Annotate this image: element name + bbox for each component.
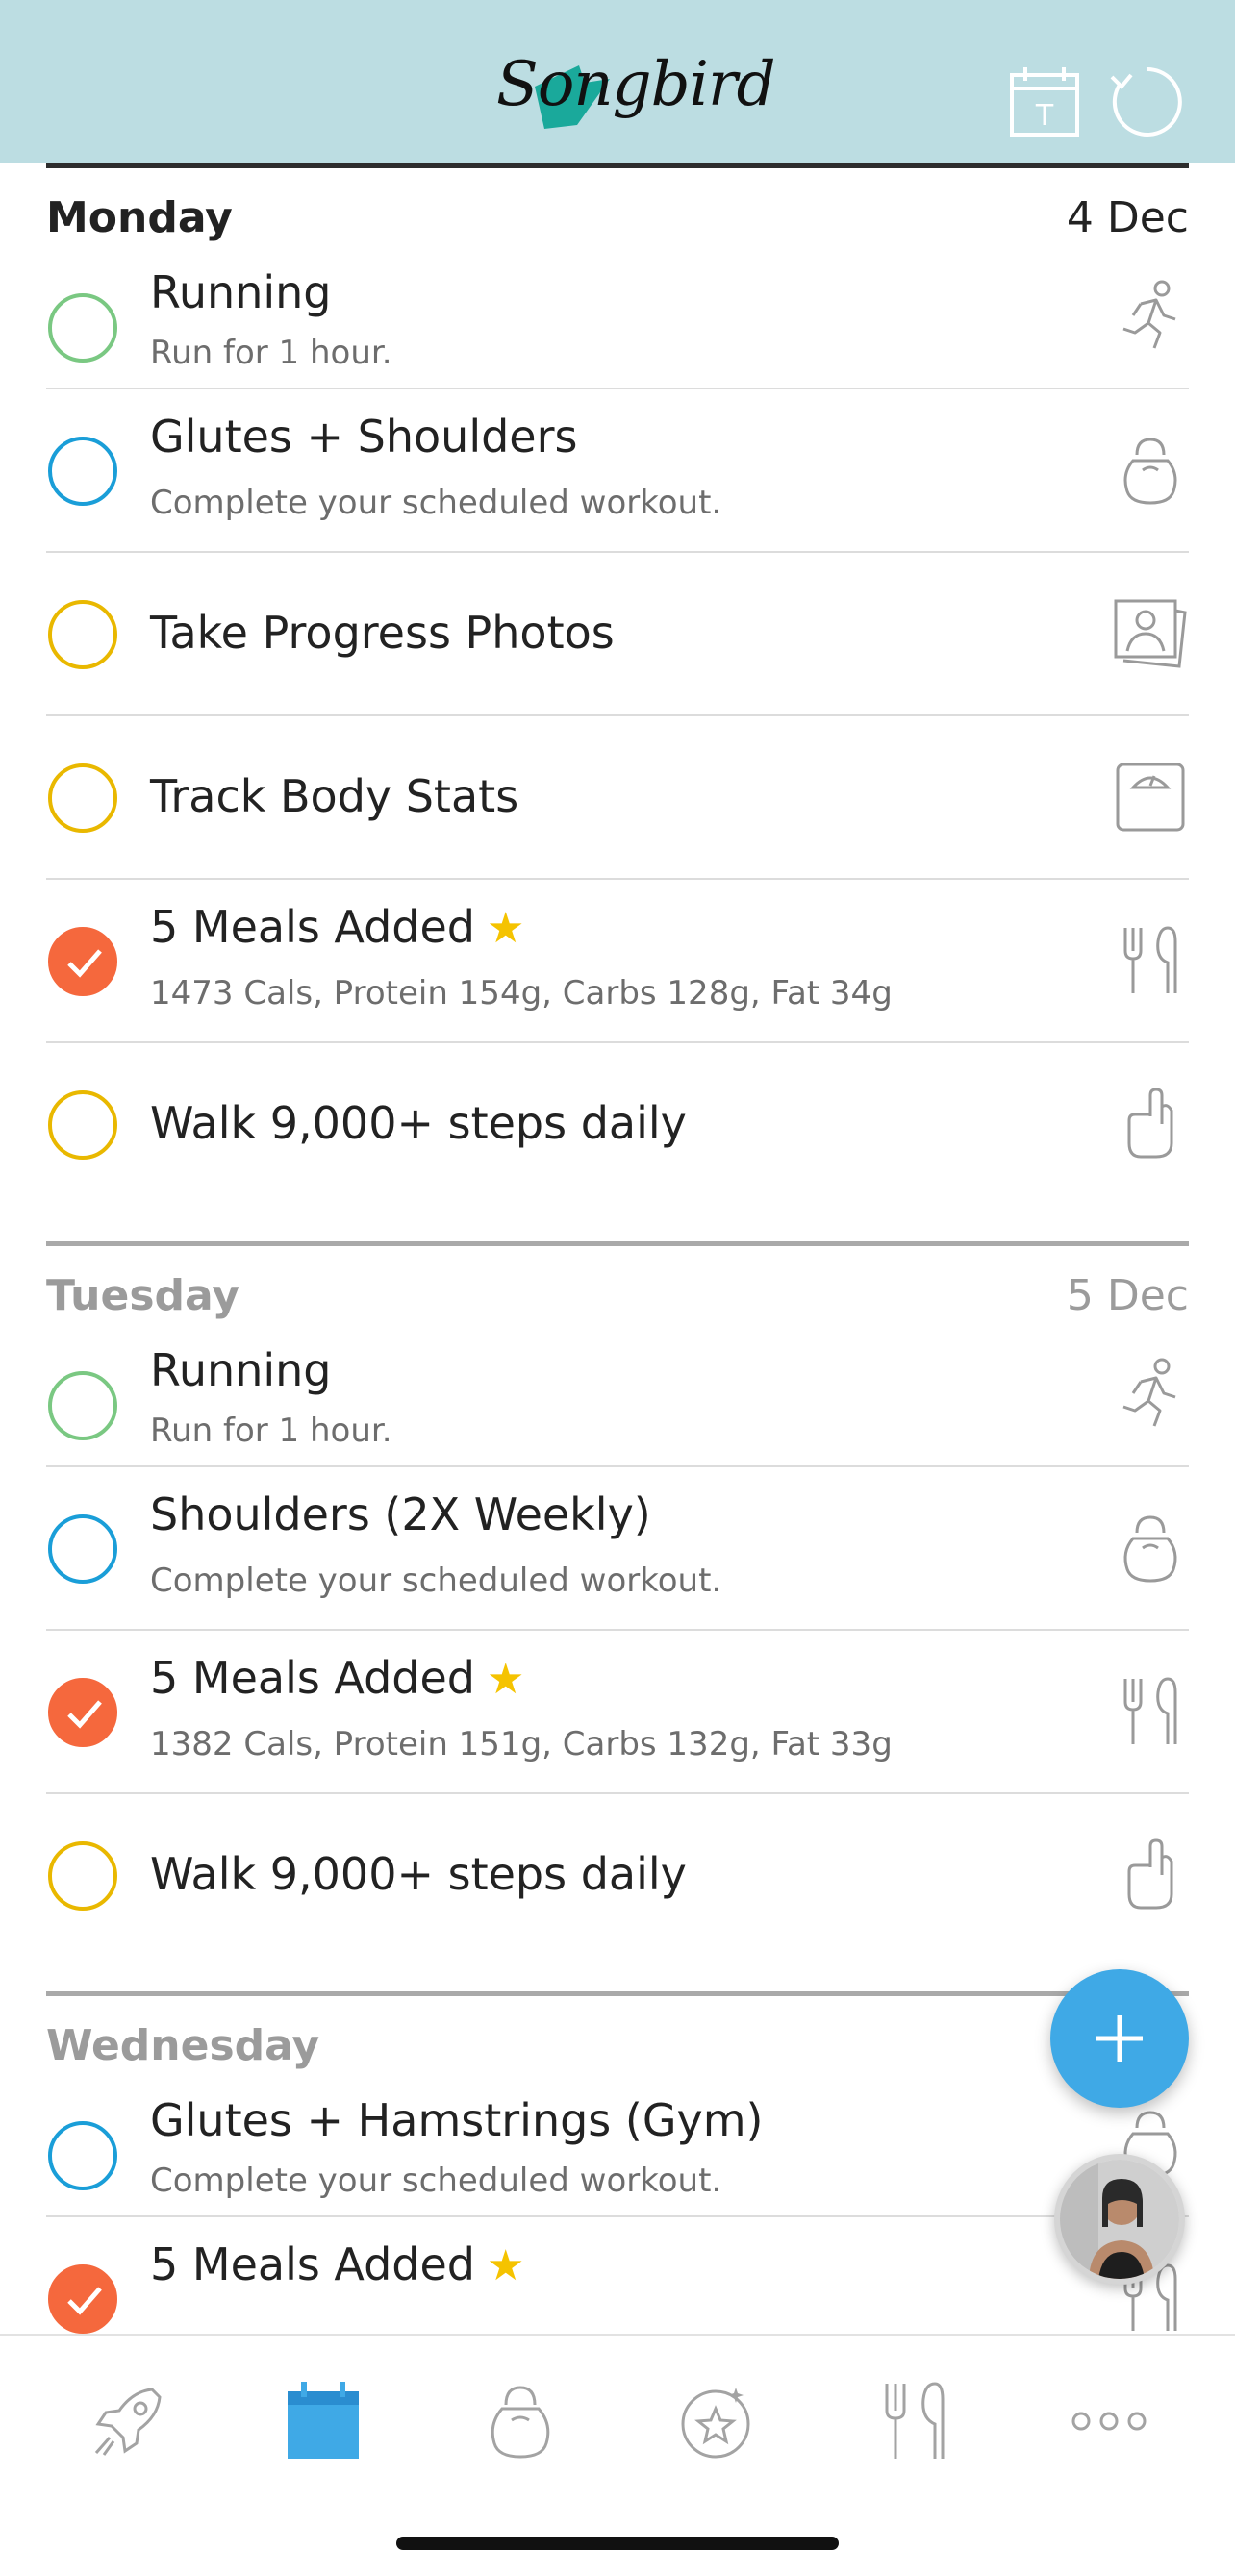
photos-icon — [1114, 599, 1187, 668]
task-title: 5 Meals Added ★ — [150, 2238, 525, 2290]
fork-knife-icon — [885, 2382, 945, 2459]
task-checkbox[interactable] — [48, 763, 117, 833]
task-meals[interactable]: 5 Meals Added ★ 1473 Cals, Protein 154g, … — [46, 880, 1189, 1043]
kettlebell-icon — [1123, 1515, 1177, 1583]
day-name: Monday — [46, 193, 233, 242]
check-icon — [67, 949, 102, 978]
day-header: Monday 4 Dec — [46, 168, 1189, 266]
day-name: Tuesday — [46, 1271, 240, 1320]
scale-icon — [1116, 763, 1185, 832]
task-checkbox[interactable] — [48, 437, 117, 506]
task-checkbox[interactable] — [48, 1514, 117, 1584]
task-meals[interactable]: 5 Meals Added ★ — [46, 2217, 1189, 2334]
calendar-today-icon[interactable]: T — [1006, 63, 1083, 140]
tab-meals[interactable] — [871, 2378, 958, 2464]
day-date: 4 Dec — [1066, 193, 1189, 242]
task-checkbox[interactable] — [48, 600, 117, 669]
schedule-list[interactable]: Monday 4 Dec Running Run for 1 hour. Glu… — [0, 168, 1235, 2334]
task-subtitle: Complete your scheduled workout. — [150, 1562, 722, 1600]
task-subtitle: Run for 1 hour. — [150, 1412, 392, 1450]
runner-icon — [1122, 1358, 1176, 1427]
day-name: Wednesday — [46, 2021, 320, 2070]
app-header: Songbird T — [0, 0, 1235, 163]
tab-more[interactable] — [1066, 2378, 1152, 2464]
home-indicator — [396, 2537, 839, 2550]
day-monday: Monday 4 Dec Running Run for 1 hour. Glu… — [46, 168, 1189, 1205]
add-button[interactable] — [1050, 1969, 1189, 2108]
task-running[interactable]: Running Run for 1 hour. — [46, 266, 1189, 389]
task-checkbox[interactable] — [48, 1841, 117, 1911]
tab-calendar[interactable] — [280, 2378, 366, 2464]
day-tuesday: Tuesday 5 Dec Running Run for 1 hour. Sh… — [46, 1246, 1189, 1956]
avatar-photo — [1060, 2160, 1179, 2279]
task-title: 5 Meals Added ★ — [150, 901, 525, 953]
hand-icon — [1127, 1088, 1173, 1159]
tab-rocket[interactable] — [85, 2378, 171, 2464]
task-running[interactable]: Running Run for 1 hour. — [46, 1344, 1189, 1467]
task-subtitle: Complete your scheduled workout. — [150, 484, 722, 522]
star-icon: ★ — [487, 1655, 525, 1704]
rocket-icon — [94, 2388, 162, 2456]
calendar-letter: T — [1035, 99, 1054, 133]
day-header: Wednesday — [46, 1996, 1189, 2094]
task-subtitle: 1382 Cals, Protein 151g, Carbs 132g, Fat… — [150, 1725, 893, 1763]
task-meals[interactable]: 5 Meals Added ★ 1382 Cals, Protein 151g, … — [46, 1631, 1189, 1794]
task-subtitle: Run for 1 hour. — [150, 334, 392, 372]
task-title: Glutes + Shoulders — [150, 411, 578, 463]
fork-knife-icon — [1123, 1677, 1177, 1744]
star-icon: ★ — [487, 2241, 525, 2290]
tab-workouts[interactable] — [477, 2378, 564, 2464]
task-checkbox[interactable] — [48, 2121, 117, 2190]
task-shoulders[interactable]: Shoulders (2X Weekly) Complete your sche… — [46, 1467, 1189, 1631]
refresh-icon[interactable] — [1108, 63, 1185, 140]
star-icon: ★ — [487, 904, 525, 953]
coach-avatar[interactable] — [1054, 2154, 1185, 2285]
plus-icon — [1096, 2015, 1143, 2062]
runner-icon — [1122, 280, 1176, 349]
day-header: Tuesday 5 Dec — [46, 1246, 1189, 1344]
tab-achievements[interactable] — [672, 2378, 759, 2464]
task-subtitle: 1473 Cals, Protein 154g, Carbs 128g, Fat… — [150, 974, 893, 1013]
hand-icon — [1127, 1838, 1173, 1910]
task-progress-photos[interactable]: Take Progress Photos — [46, 553, 1189, 716]
fork-knife-icon — [1123, 926, 1177, 993]
kettlebell-icon — [491, 2386, 550, 2459]
task-title: Running — [150, 1344, 332, 1396]
calendar-icon — [288, 2382, 359, 2459]
task-walk[interactable]: Walk 9,000+ steps daily — [46, 1794, 1189, 1956]
kettlebell-icon — [1123, 438, 1177, 505]
task-glutes-shoulders[interactable]: Glutes + Shoulders Complete your schedul… — [46, 389, 1189, 553]
task-checkbox-checked[interactable] — [48, 1678, 117, 1747]
task-title: Shoulders (2X Weekly) — [150, 1488, 651, 1540]
task-title: 5 Meals Added ★ — [150, 1652, 525, 1704]
songbird-logo: Songbird — [496, 37, 776, 162]
day-wednesday: Wednesday Glutes + Hamstrings (Gym) Comp… — [46, 1996, 1189, 2334]
task-title: Walk 9,000+ steps daily — [150, 1097, 687, 1149]
task-checkbox-checked[interactable] — [48, 2264, 117, 2334]
task-body-stats[interactable]: Track Body Stats — [46, 716, 1189, 880]
more-icon — [1071, 2412, 1147, 2431]
day-date: 5 Dec — [1066, 1271, 1189, 1320]
check-icon — [67, 2287, 102, 2315]
task-checkbox[interactable] — [48, 293, 117, 363]
task-title: Walk 9,000+ steps daily — [150, 1848, 687, 1900]
task-title: Track Body Stats — [150, 770, 519, 822]
task-title: Glutes + Hamstrings (Gym) — [150, 2094, 764, 2146]
task-glutes-hamstrings[interactable]: Glutes + Hamstrings (Gym) Complete your … — [46, 2094, 1189, 2217]
star-badge-icon — [681, 2388, 750, 2459]
task-checkbox[interactable] — [48, 1371, 117, 1440]
task-title: Take Progress Photos — [150, 607, 615, 659]
task-walk[interactable]: Walk 9,000+ steps daily — [46, 1043, 1189, 1205]
task-subtitle: Complete your scheduled workout. — [150, 2162, 722, 2200]
task-title: Running — [150, 266, 332, 318]
check-icon — [67, 1700, 102, 1729]
task-checkbox-checked[interactable] — [48, 927, 117, 996]
task-checkbox[interactable] — [48, 1090, 117, 1160]
logo-text: Songbird — [496, 49, 776, 120]
